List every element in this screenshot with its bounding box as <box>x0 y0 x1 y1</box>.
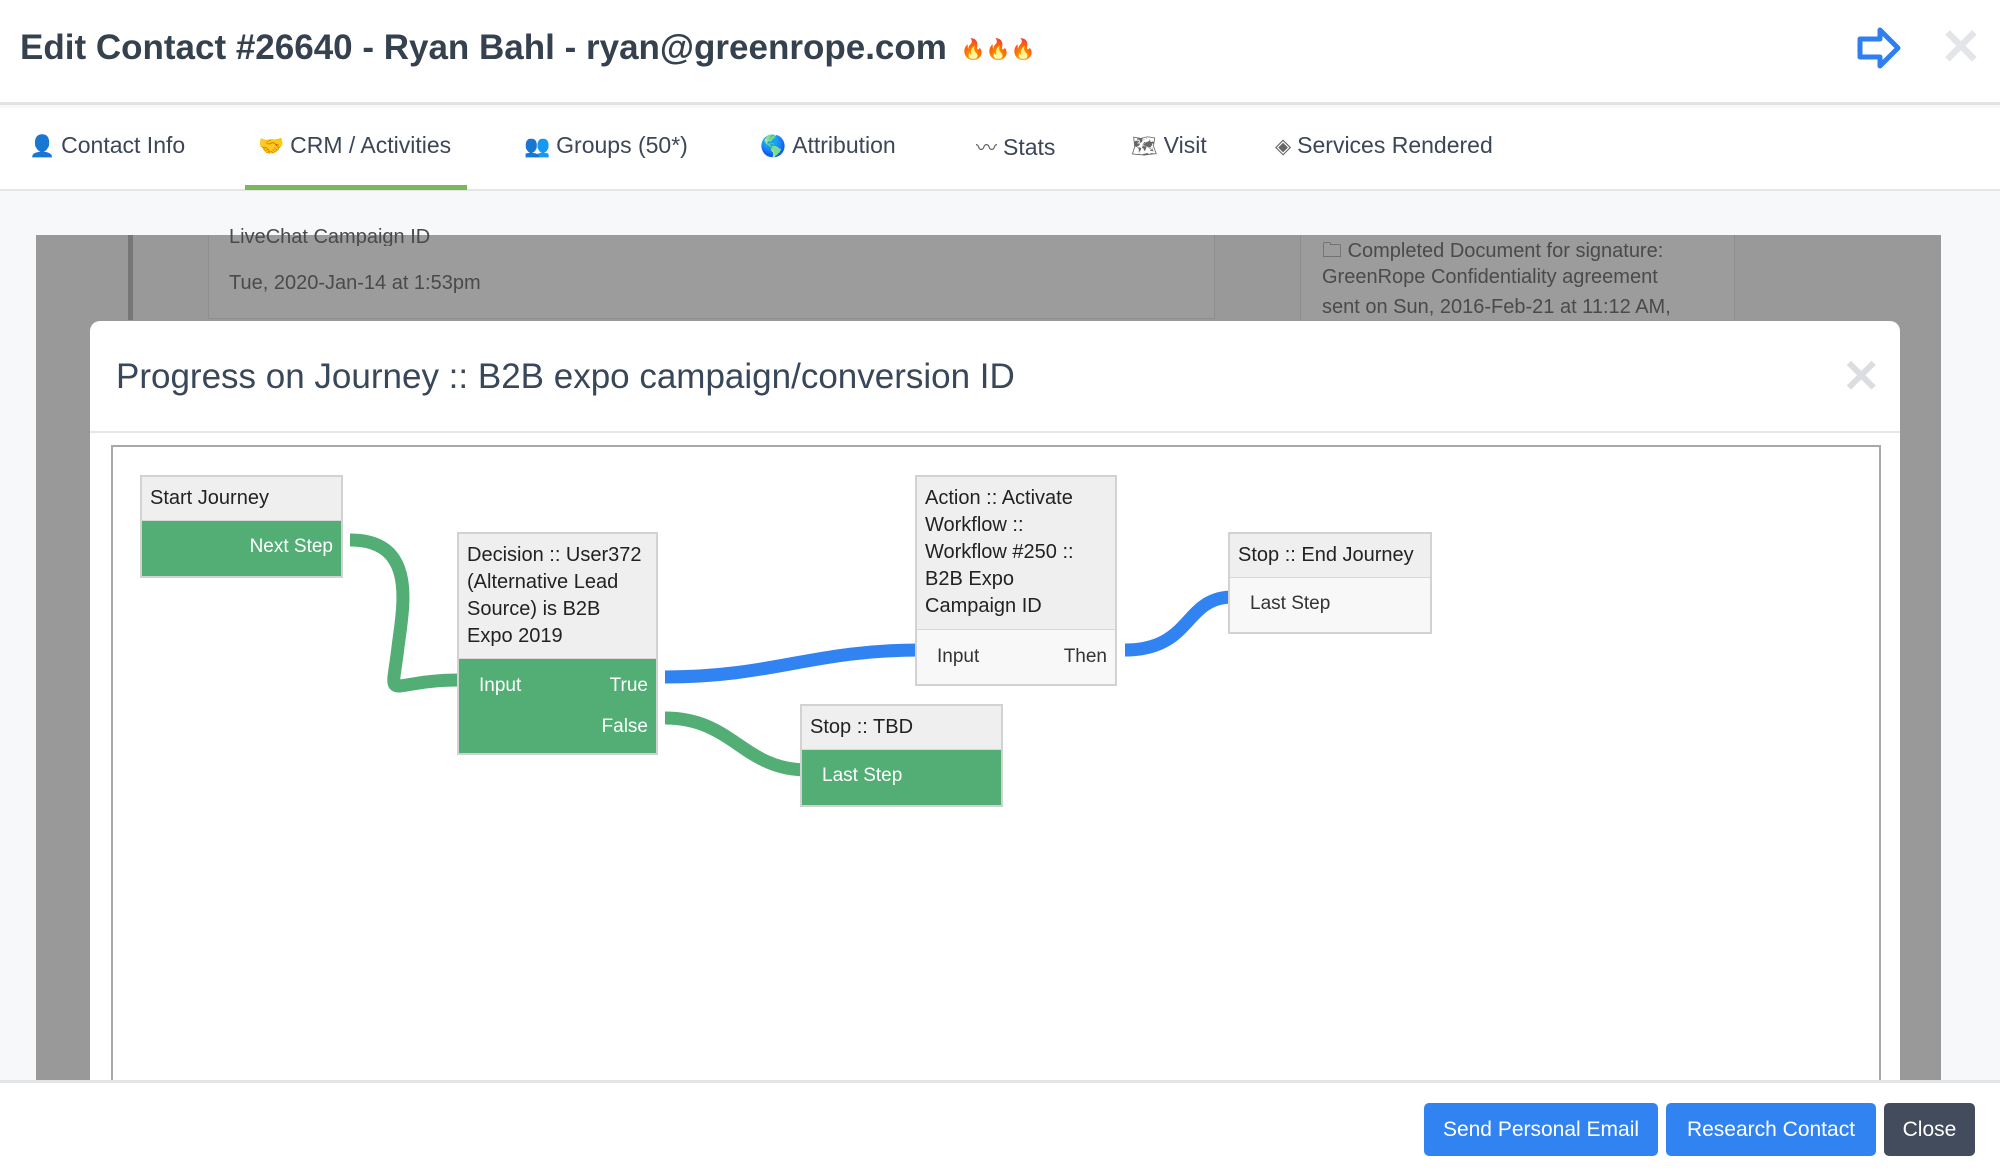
header: Edit Contact #26640 - Ryan Bahl - ryan@g… <box>0 0 2000 105</box>
close-button[interactable]: Close <box>1884 1103 1975 1156</box>
fire-icon: 🔥🔥🔥 <box>960 39 1036 62</box>
users-icon: 👥 <box>524 135 551 158</box>
arrow-right-icon[interactable] <box>1856 26 1902 70</box>
node-title: Action :: Activate Workflow :: Workflow … <box>917 477 1115 630</box>
globe-icon: 🌎 <box>760 135 787 158</box>
map-icon: 🗺 <box>1131 135 1158 158</box>
node-action[interactable]: Action :: Activate Workflow :: Workflow … <box>915 475 1117 686</box>
port-input[interactable]: Input <box>937 646 979 668</box>
activity-date: Tue, 2020-Jan-14 at 1:53pm <box>229 272 481 294</box>
close-icon[interactable]: ✕ <box>1842 349 1881 403</box>
node-stop-end-journey[interactable]: Stop :: End Journey Last Step <box>1228 532 1432 634</box>
document-line: GreenRope Confidentiality agreement <box>1322 266 1658 288</box>
folder-icon: 🗀 <box>1322 240 1342 262</box>
timeline-bar <box>128 235 133 320</box>
port-next-step[interactable]: Next Step <box>250 536 333 558</box>
divider <box>90 431 1900 433</box>
modal-title: Progress on Journey :: B2B expo campaign… <box>116 357 1015 396</box>
port-true[interactable]: True <box>610 675 648 697</box>
node-start-journey[interactable]: Start Journey Next Step <box>140 475 343 578</box>
node-title: Decision :: User372 (Alternative Lead So… <box>459 534 656 659</box>
node-decision[interactable]: Decision :: User372 (Alternative Lead So… <box>457 532 658 755</box>
tab-crm-activities[interactable]: 🤝 CRM / Activities <box>258 132 451 159</box>
port-last-step[interactable]: Last Step <box>822 765 902 787</box>
port-input[interactable]: Input <box>479 675 521 697</box>
port-last-step[interactable]: Last Step <box>1250 593 1330 615</box>
connector-then-to-end <box>1124 590 1234 657</box>
footer: Send Personal Email Research Contact Clo… <box>0 1080 2000 1168</box>
node-title: Start Journey <box>142 477 341 521</box>
tab-services-rendered[interactable]: ◈ Services Rendered <box>1275 132 1493 159</box>
connector-true-to-action <box>664 643 921 684</box>
connector-next-to-decision <box>349 533 461 693</box>
port-false[interactable]: False <box>602 716 648 738</box>
connector-false-to-stop <box>664 711 808 777</box>
port-then[interactable]: Then <box>1064 646 1107 668</box>
node-title: Stop :: TBD <box>802 706 1001 750</box>
close-icon[interactable]: ✕ <box>1940 22 1982 72</box>
node-title: Stop :: End Journey <box>1230 534 1430 578</box>
handshake-icon: 🤝 <box>258 135 285 158</box>
document-line: 🗀 Completed Document for signature: <box>1322 240 1664 262</box>
send-personal-email-button[interactable]: Send Personal Email <box>1424 1103 1658 1156</box>
research-contact-button[interactable]: Research Contact <box>1666 1103 1876 1156</box>
node-stop-tbd[interactable]: Stop :: TBD Last Step <box>800 704 1003 807</box>
tab-bar: 👤 Contact Info 🤝 CRM / Activities 👥 Groups … <box>0 108 2000 191</box>
document-line: sent on Sun, 2016-Feb-21 at 11:12 AM, <box>1322 296 1671 318</box>
page-title: Edit Contact #26640 - Ryan Bahl - ryan@g… <box>20 28 1036 67</box>
tab-contact-info[interactable]: 👤 Contact Info <box>29 132 185 159</box>
layers-icon: ◈ <box>1275 135 1292 158</box>
journey-canvas: Start Journey Next Step Decision :: User… <box>111 445 1881 1081</box>
active-tab-indicator <box>245 185 467 190</box>
chart-line-icon: 〰 <box>976 137 997 160</box>
tab-attribution[interactable]: 🌎 Attribution <box>760 132 896 159</box>
user-icon: 👤 <box>29 135 56 158</box>
journey-progress-modal: Progress on Journey :: B2B expo campaign… <box>90 321 1900 1081</box>
activity-title: LiveChat Campaign ID <box>229 226 431 246</box>
tab-visit[interactable]: 🗺 Visit <box>1131 132 1207 159</box>
tab-stats[interactable]: 〰 Stats <box>976 132 1055 162</box>
tab-groups[interactable]: 👥 Groups (50*) <box>524 132 688 159</box>
